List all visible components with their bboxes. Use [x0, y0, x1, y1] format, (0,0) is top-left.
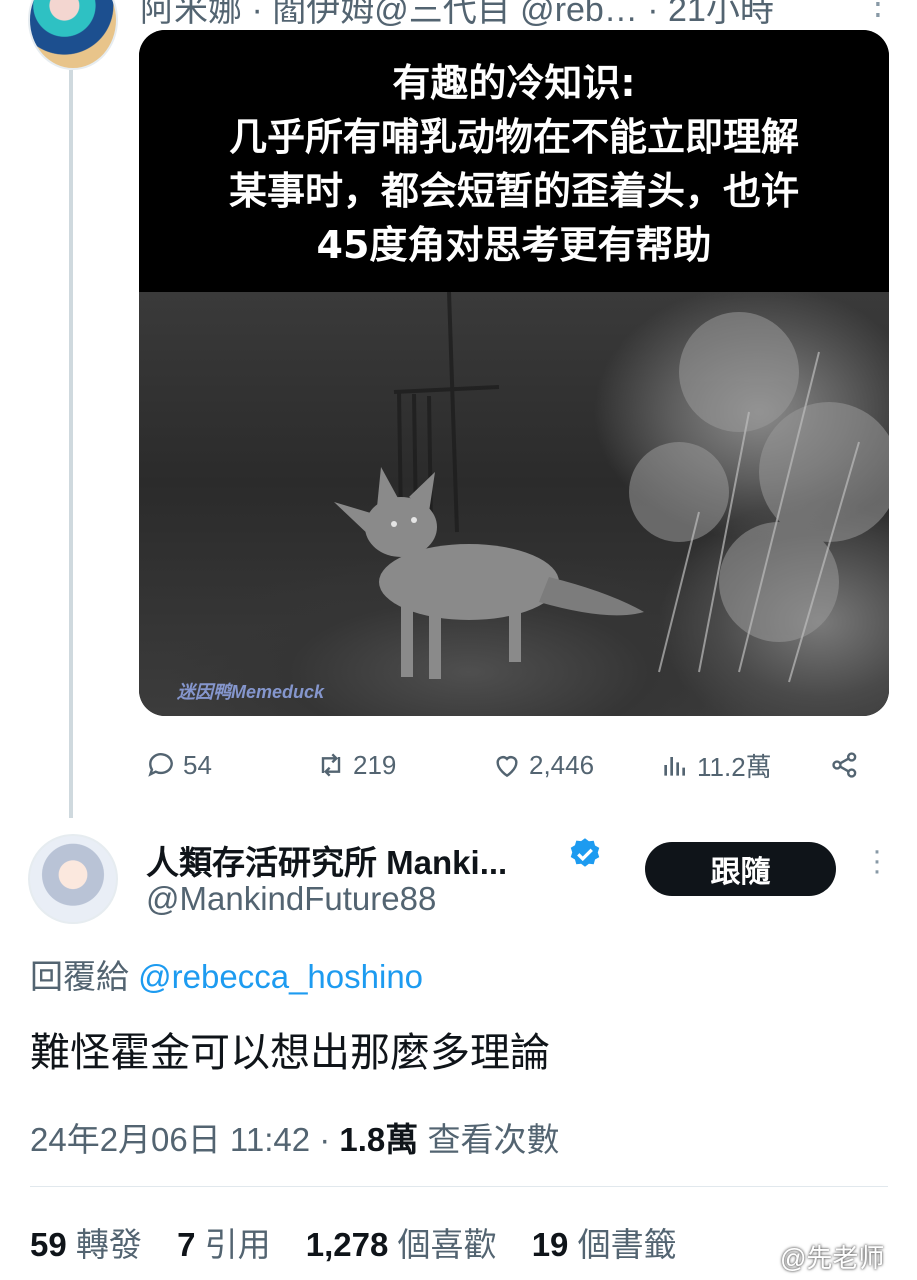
views-action[interactable]: 11.2萬 — [659, 740, 772, 790]
stat-retweets[interactable]: 59 轉發 — [30, 1226, 142, 1263]
views-label: 查看次數 — [427, 1121, 560, 1158]
stat-number: 7 — [177, 1226, 196, 1263]
bar-chart-icon — [664, 757, 685, 776]
tweet-timestamp: 24年2月06日 11:42 · 1.8萬 查看次數 — [30, 1113, 559, 1161]
caption-line: 有趣的冷知识: — [392, 61, 636, 105]
retweet-icon — [321, 753, 341, 777]
reply-count: 54 — [183, 749, 212, 780]
reply-action[interactable]: 54 — [145, 740, 212, 790]
reply-icon — [148, 753, 173, 777]
replying-to-line: 回覆給 @rebecca_hoshino — [30, 950, 423, 998]
media-caption: 有趣的冷知识: 几乎所有哺乳动物在不能立即理解 某事时，都会短暂的歪着头，也许 … — [139, 30, 889, 292]
thread-connector-line — [69, 70, 73, 818]
reply-prefix: 回覆給 — [30, 958, 129, 995]
timestamp-text[interactable]: 24年2月06日 11:42 · — [30, 1121, 339, 1158]
stat-label: 轉發 — [75, 1226, 142, 1263]
stat-bookmarks[interactable]: 19 個書籤 — [532, 1226, 677, 1263]
stat-quotes[interactable]: 7 引用 — [177, 1226, 271, 1263]
parent-more-icon[interactable]: ⋮ — [862, 0, 894, 22]
tweet-body-text: 難怪霍金可以想出那麼多理論 — [30, 1031, 550, 1075]
night-camera-fox-photo: 迷因鸭Memeduck — [139, 291, 889, 716]
divider — [30, 1186, 888, 1187]
parent-tweet-header: 阿米娜 · 閻伊姆@三代目 @reb… · 21小時 — [140, 0, 774, 29]
weibo-watermark: @先老师 — [780, 1243, 885, 1273]
stat-number: 19 — [531, 1226, 569, 1263]
stat-label: 引用 — [204, 1226, 271, 1263]
parent-avatar[interactable] — [28, 0, 118, 70]
caption-line: 某事时，都会短暂的歪着头，也许 — [228, 169, 799, 213]
retweet-action[interactable]: 219 — [315, 740, 396, 790]
heart-icon — [496, 756, 518, 778]
caption-line: 几乎所有哺乳动物在不能立即理解 — [228, 115, 799, 159]
stat-likes[interactable]: 1,278 個喜歡 — [306, 1226, 497, 1263]
verified-badge-icon — [570, 838, 600, 867]
engagement-stats: 59 轉發 7 引用 1,278 個喜歡 19 個書籤 — [30, 1218, 703, 1266]
stat-number: 1,278 — [305, 1226, 389, 1263]
caption-line: 45度角对思考更有帮助 — [316, 223, 712, 267]
more-options-icon[interactable]: · · · — [872, 836, 882, 886]
like-count: 2,446 — [529, 749, 595, 780]
stat-number: 59 — [30, 1226, 67, 1263]
views-count: 11.2萬 — [697, 751, 772, 782]
share-action[interactable] — [829, 740, 861, 790]
stat-label: 個書籤 — [577, 1226, 677, 1263]
tweet-action-bar: 54 219 2,446 11.2萬 — [139, 740, 889, 790]
fox-illustration — [334, 291, 889, 683]
reply-mention-link[interactable]: @rebecca_hoshino — [138, 958, 423, 995]
share-icon — [832, 752, 857, 778]
views-number: 1.8萬 — [339, 1121, 419, 1158]
reply-author-avatar[interactable] — [28, 834, 118, 924]
media-watermark: 迷因鸭Memeduck — [177, 682, 325, 702]
like-action[interactable]: 2,446 — [491, 740, 594, 790]
stat-label: 個喜歡 — [397, 1226, 497, 1263]
tweet-media-card[interactable]: 有趣的冷知识: 几乎所有哺乳动物在不能立即理解 某事时，都会短暂的歪着头，也许 … — [139, 30, 889, 716]
reply-author-name[interactable]: 人類存活研究所 Manki... — [146, 836, 507, 884]
follow-button[interactable]: 跟隨 — [645, 842, 836, 896]
retweet-count: 219 — [353, 749, 397, 780]
reply-author-handle[interactable]: @MankindFuture88 — [146, 880, 436, 918]
